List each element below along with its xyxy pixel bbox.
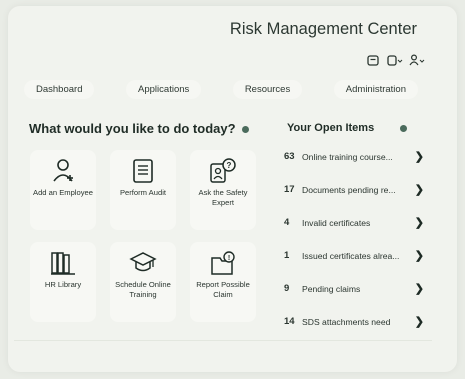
tile-perform-audit[interactable]: Perform Audit <box>110 150 176 230</box>
open-item-row[interactable]: 63 Online training course... ❯ <box>284 140 424 173</box>
item-label: Issued certificates alrea... <box>302 250 400 261</box>
app-header: Risk Management Center <box>8 6 457 42</box>
library-icon <box>51 252 75 275</box>
help-icon[interactable] <box>241 126 249 134</box>
item-count: 14 <box>284 316 295 327</box>
app-title: Risk Management Center <box>229 20 417 38</box>
chevron-right-icon[interactable]: ❯ <box>414 282 424 295</box>
tile-label: Ask the Safety Expert <box>198 188 248 207</box>
inbox-icon[interactable] <box>365 53 381 67</box>
tile-label: Report Possible Claim <box>196 280 250 299</box>
item-label: Invalid certificates <box>302 217 371 228</box>
safety-expert-icon: ? <box>210 158 236 183</box>
item-label: SDS attachments need <box>302 316 391 327</box>
item-label: Pending claims <box>302 283 361 294</box>
open-items-heading: Your Open Items <box>287 122 408 134</box>
open-item-row[interactable]: 14 SDS attachments need ❯ <box>284 305 424 338</box>
divider <box>14 340 432 341</box>
tab-dashboard[interactable]: Dashboard <box>24 79 95 99</box>
chevron-right-icon[interactable]: ❯ <box>414 183 424 196</box>
open-items-title: Your Open Items <box>287 122 375 134</box>
tile-add-employee[interactable]: Add an Employee <box>30 150 96 230</box>
main-nav: Dashboard Applications Resources Adminis… <box>24 78 418 100</box>
tasks-heading: What would you like to do today? <box>29 121 249 136</box>
tasks-title: What would you like to do today? <box>29 121 236 136</box>
tile-label: Add an Employee <box>33 188 93 197</box>
tab-administration[interactable]: Administration <box>333 79 418 99</box>
open-item-row[interactable]: 4 Invalid certificates ❯ <box>284 206 424 239</box>
svg-text:!: ! <box>228 255 230 262</box>
open-items-list: 63 Online training course... ❯ 17 Docume… <box>284 140 424 338</box>
svg-text:?: ? <box>227 161 232 170</box>
item-label: Online training course... <box>302 151 393 162</box>
tile-label: HR Library <box>44 280 82 289</box>
item-count: 9 <box>284 283 290 294</box>
add-employee-icon <box>53 159 73 182</box>
help-icon[interactable] <box>400 124 408 132</box>
item-count: 63 <box>284 151 295 162</box>
tile-schedule-training[interactable]: Schedule Online Training <box>110 242 176 322</box>
tab-resources[interactable]: Resources <box>232 79 303 99</box>
training-icon <box>129 252 157 272</box>
audit-icon <box>133 159 153 183</box>
utility-icons <box>365 53 425 67</box>
tile-label: Schedule Online Training <box>115 280 171 299</box>
open-item-row[interactable]: 1 Issued certificates alrea... ❯ <box>284 239 424 272</box>
chevron-right-icon[interactable]: ❯ <box>414 249 424 262</box>
user-menu-icon[interactable] <box>409 53 425 67</box>
open-item-row[interactable]: 9 Pending claims ❯ <box>284 272 424 305</box>
tab-applications[interactable]: Applications <box>126 79 202 99</box>
open-item-row[interactable]: 17 Documents pending re... ❯ <box>284 173 424 206</box>
notifications-icon[interactable] <box>387 53 403 67</box>
tile-ask-safety-expert[interactable]: ? Ask the Safety Expert <box>190 150 256 230</box>
item-label: Documents pending re... <box>302 184 396 195</box>
item-count: 1 <box>284 250 290 261</box>
report-claim-icon: ! <box>211 251 235 275</box>
tile-label: Perform Audit <box>119 188 166 197</box>
tile-report-claim[interactable]: ! Report Possible Claim <box>190 242 256 322</box>
chevron-right-icon[interactable]: ❯ <box>414 216 424 229</box>
item-count: 4 <box>284 217 290 228</box>
tile-hr-library[interactable]: HR Library <box>30 242 96 322</box>
chevron-right-icon[interactable]: ❯ <box>414 150 424 163</box>
chevron-right-icon[interactable]: ❯ <box>414 315 424 328</box>
item-count: 17 <box>284 184 295 195</box>
